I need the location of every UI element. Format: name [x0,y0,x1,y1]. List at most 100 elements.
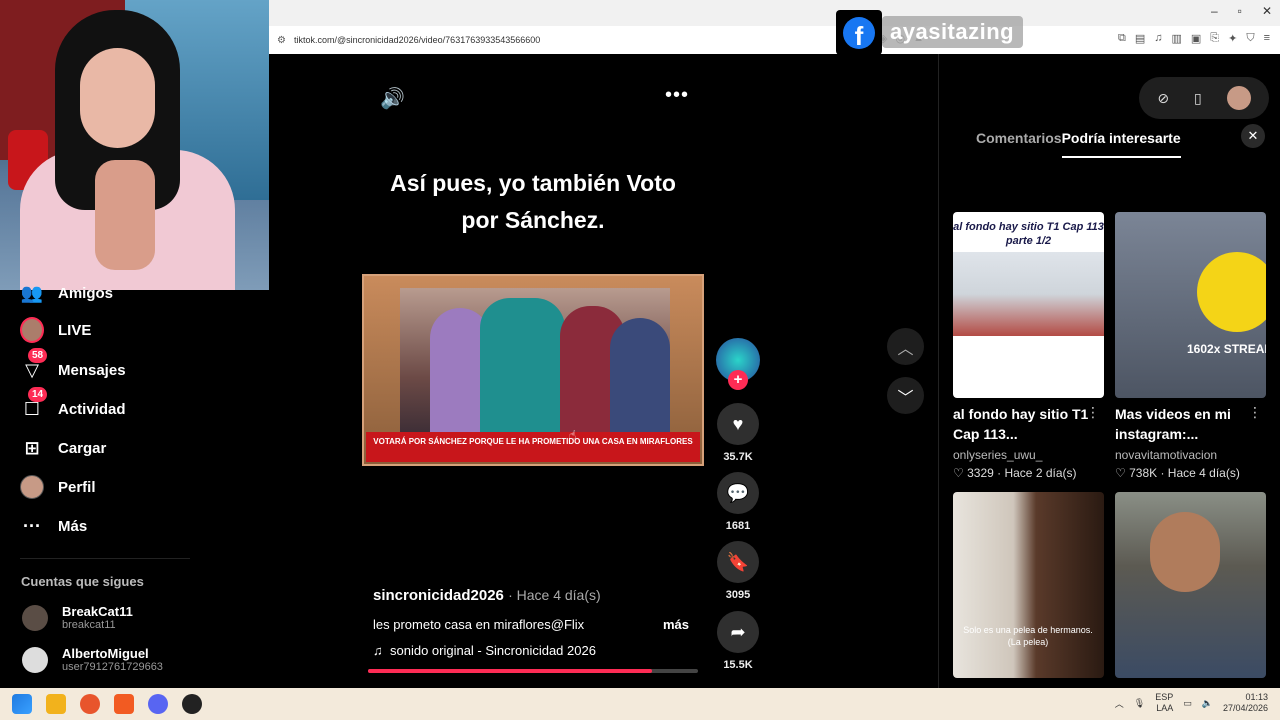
wallet-icon[interactable]: ▣ [1191,32,1201,45]
obs-icon[interactable] [182,694,202,714]
recommended-video-card[interactable]: al fondo hay sitio T1 Cap 113 parte 1/2 … [953,212,1104,480]
followed-account[interactable]: BreakCat11 breakcat11 [22,604,133,631]
heart-icon[interactable]: ♥ [717,403,759,445]
video-caption-overlay: Así pues, yo también Voto por Sánchez. [360,165,706,239]
clock[interactable]: 01:13 27/04/2026 [1223,692,1268,714]
close-panel-button[interactable]: ✕ [1241,124,1265,148]
extensions-icon[interactable]: ⧉ [1118,32,1126,45]
share-arrow-icon[interactable]: ➦ [717,611,759,653]
coins-icon[interactable]: ⊘ [1157,90,1169,107]
video-thumbnail[interactable]: Solo es una pelea de hermanos. (La pelea… [953,492,1104,678]
card-user[interactable]: novavitamotivacion [1115,448,1266,462]
toolbar-icons: ⧉ ▤ ♫ ▥ ▣ ⎘ ✦ ⛉ ≡ [1118,32,1270,45]
url-text[interactable]: tiktok.com/@sincronicidad2026/video/7631… [294,35,540,45]
sidebar-item-mas[interactable]: ··· Más [20,514,87,538]
account-avatar [22,646,48,673]
next-video-button[interactable]: ﹀ [887,377,924,414]
card-title[interactable]: al fondo hay sitio T1 Cap 113... [953,404,1093,444]
sidebar-item-cargar[interactable]: ⊞ Cargar [20,436,106,460]
mic-icon[interactable]: 🎙 [1134,698,1145,709]
discord-icon[interactable] [148,694,168,714]
shield-icon[interactable]: ⛉ [1246,32,1254,45]
recommended-video-card[interactable]: 1602x STREAK Mas videos en mi instagram:… [1115,212,1266,480]
speaker-icon[interactable]: 🔈 [1202,698,1213,709]
followed-account[interactable]: AlbertoMiguel user7912761729663 [22,646,163,673]
video-author-line[interactable]: sincronicidad2026 · Hace 4 día(s) [373,587,601,604]
video-options-icon[interactable]: ••• [665,84,689,107]
taskbar-apps [12,694,202,714]
device-icon[interactable]: ▯ [1194,90,1202,107]
tab-comentarios[interactable]: Comentarios [976,130,1062,158]
video-progress-fill [368,669,652,673]
card-more-icon[interactable]: ⋮ [1248,404,1262,421]
facebook-logo: f [836,10,882,55]
recommended-video-card[interactable]: Solo es una pelea de hermanos. (La pelea… [953,492,1104,678]
menu-icon[interactable]: ≡ [1264,32,1270,45]
account-handle: user7912761729663 [62,661,163,673]
card-likes: 3329 [967,466,994,480]
account-handle: breakcat11 [62,619,116,631]
video-thumbnail[interactable]: al fondo hay sitio T1 Cap 113 parte 1/2 [953,212,1104,398]
author-name[interactable]: sincronicidad2026 [373,587,504,604]
sidebar-item-label: Amigos [58,284,114,302]
maximize-button[interactable]: ▫ [1238,4,1242,18]
more-dots-icon: ··· [23,515,41,536]
video-progress-bar[interactable] [368,669,698,673]
card-more-icon[interactable]: ⋮ [1086,404,1100,421]
sidebar-item-perfil[interactable]: Perfil [20,475,96,499]
sidebar-item-mensajes[interactable]: ▽ 58 Mensajes [20,348,126,382]
sidebar-icon[interactable]: ▥ [1171,32,1181,45]
network-icon[interactable]: ▭ [1183,698,1192,709]
creator-avatar-button[interactable]: + [716,338,760,390]
card-user[interactable]: onlyseries_uwu_ [953,448,1104,462]
recommended-video-card[interactable] [1115,492,1266,678]
volume-icon[interactable]: 🔊 [380,86,405,111]
card-likes: 738K [1129,466,1158,480]
video-thumbnail[interactable] [1115,492,1266,678]
file-explorer-icon[interactable] [46,694,66,714]
account-name: AlbertoMiguel [62,646,149,661]
previous-video-button[interactable]: ︿ [887,328,924,365]
video-banner: VOTARÁ POR SÁNCHEZ PORQUE LE HA PROMETID… [366,432,700,462]
caption-line: por Sánchez. [461,207,605,233]
like-action: ♥ 35.7K [716,403,760,463]
sound-line[interactable]: ♫ sonido original - Sincronicidad 2026 [373,643,596,658]
video-frame[interactable]: VOTARÁ POR SÁNCHEZ PORQUE LE HA PROMETID… [362,274,704,466]
tab-podria-interesarte[interactable]: Podría interesarte [1061,130,1181,158]
thumbnail-text: 1602x STREAK [1187,342,1266,356]
sidebar-item-actividad[interactable]: ☐ 14 Actividad [20,387,126,421]
firefox-icon[interactable] [80,694,100,714]
more-button[interactable]: más [663,617,689,632]
share-icon[interactable]: ⎘ [1210,32,1219,45]
music-icon[interactable]: ♫ [1154,32,1162,45]
tray-arrow-icon[interactable]: ︿ [1115,697,1124,710]
thumbnail-mascot [1197,252,1266,332]
top-controls: ⊘ ▯ [1139,77,1269,119]
sparkle-icon[interactable]: ✦ [1228,32,1237,45]
card-age: Hace 2 día(s) [1004,466,1077,480]
person [610,318,670,438]
minimize-button[interactable]: – [1211,4,1218,18]
windows-start-icon[interactable] [12,694,32,714]
sidebar-item-live[interactable]: LIVE [20,317,91,343]
sound-name[interactable]: sonido original - Sincronicidad 2026 [390,643,596,658]
brave-icon[interactable] [114,694,134,714]
sidebar-item-amigos[interactable]: 👥 Amigos [20,281,113,305]
follow-plus-icon[interactable]: + [728,370,748,390]
user-avatar[interactable] [1226,86,1251,110]
video-scene [400,288,670,438]
card-meta: ♡ 738K · Hace 4 día(s) [1115,466,1240,480]
video-thumbnail[interactable]: 1602x STREAK [1115,212,1266,398]
bookmark-icon[interactable]: 🔖 [717,541,759,583]
close-window-button[interactable]: ✕ [1262,4,1272,18]
card-title[interactable]: Mas videos en mi instagram:... [1115,404,1255,444]
reader-icon[interactable]: ▤ [1135,32,1145,45]
comment-icon[interactable]: 💬 [717,472,759,514]
mouse-cursor-icon: ☝ [569,428,577,442]
account-name: BreakCat11 [62,604,133,619]
site-settings-icon[interactable]: ⚙ [277,35,286,46]
sidebar-item-label: Actividad [58,400,126,418]
language-indicator[interactable]: ESP LAA [1155,692,1173,714]
webcam-body [95,160,155,270]
tab-strip: – ▫ ✕ [269,0,1280,26]
